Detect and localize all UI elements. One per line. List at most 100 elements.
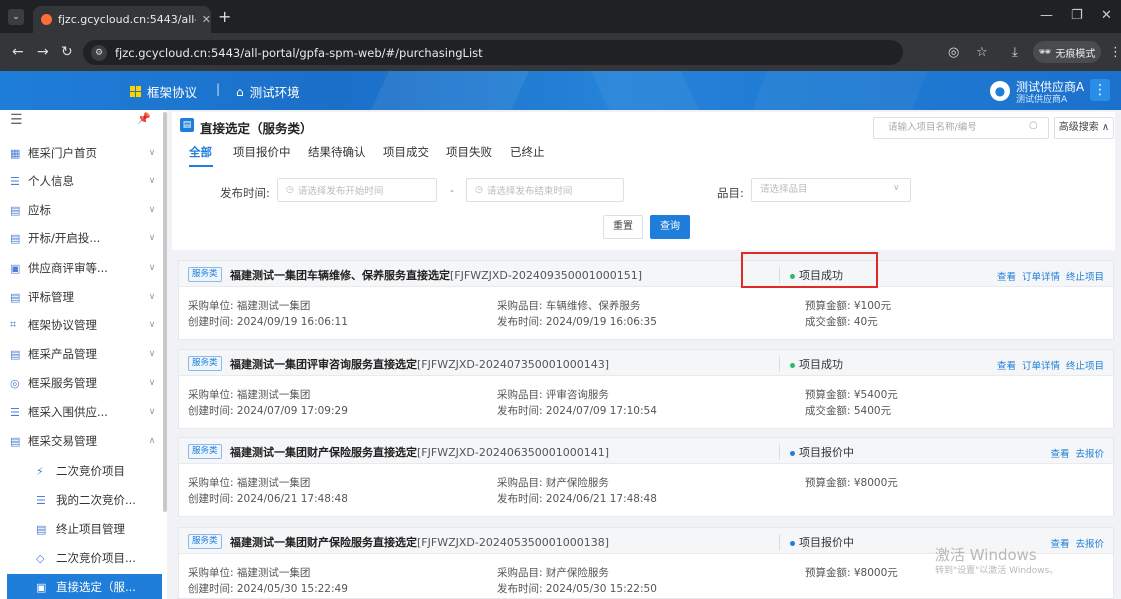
download-icon[interactable]: ⤓ [1012, 45, 1018, 60]
quote-link[interactable]: 去报价 [1075, 536, 1104, 550]
sidebar-item-personal-info[interactable]: ☰ 个人信息 ∨ [0, 168, 162, 194]
chevron-down-icon: ∨ [148, 233, 156, 243]
tab-quoting[interactable]: 项目报价中 [233, 144, 291, 160]
document-icon: ▤ [10, 203, 21, 217]
end-date-input[interactable]: ◷ 请选择发布结束时间 [466, 178, 624, 202]
sidebar-subitem-my-second-bidding[interactable]: ☰ 我的二次竞价... [0, 487, 162, 513]
publish-time-label: 发布时间: [220, 186, 270, 200]
view-link[interactable]: 查看 [997, 269, 1016, 283]
document-icon: ▤ [10, 347, 21, 361]
project-title[interactable]: 福建测试一集团财产保险服务直接选定[FJFWZJXD-2024063500010… [230, 444, 609, 460]
forward-icon[interactable]: → [37, 44, 49, 60]
sidebar-item-products[interactable]: ▤ 框采产品管理 ∨ [0, 341, 162, 367]
tab-search-icon[interactable]: ⌄ [8, 9, 24, 25]
sidebar-subitem-direct-selection[interactable]: ▣ 直接选定（服... [7, 574, 162, 599]
budget-amount: 预算金额: ¥5400元 [805, 389, 898, 401]
buyer-info: 采购单位: 福建测试一集团 [188, 477, 311, 489]
home-icon: ⌂ [236, 84, 244, 99]
start-date-input[interactable]: ◷ 请选择发布开始时间 [277, 178, 437, 202]
sidebar-item-shortlisted-suppliers[interactable]: ☰ 框采入围供应... ∨ [0, 399, 162, 425]
app-grid-icon [130, 86, 141, 97]
project-title[interactable]: 福建测试一集团车辆维修、保养服务直接选定[FJFWZJXD-2024093500… [230, 267, 642, 283]
order-details-link[interactable]: 订单详情 [1022, 358, 1060, 372]
document-icon: ▤ [10, 231, 21, 245]
browser-menu-icon[interactable]: ⋮ [1109, 45, 1121, 60]
chevron-down-icon: ∨ [148, 407, 156, 417]
search-input[interactable]: 请输入项目名称/编号 [873, 117, 1049, 139]
trade-icon: ▤ [10, 434, 21, 448]
reload-icon[interactable]: ↻ [61, 44, 73, 60]
user-avatar-icon[interactable]: ● [990, 81, 1010, 101]
sidebar-item-label: 框采产品管理 [28, 347, 97, 361]
category-select[interactable]: 请选择品目 [751, 178, 911, 202]
status-badge: 项目报价中 [779, 444, 854, 460]
order-details-link[interactable]: 订单详情 [1022, 269, 1060, 283]
collapse-menu-icon[interactable]: ☰ [10, 112, 23, 128]
close-tab-icon[interactable]: ✕ [202, 13, 211, 26]
published-time: 发布时间: 2024/06/21 17:48:48 [497, 493, 657, 505]
browser-tab[interactable]: fjzc.gcycloud.cn:5443/all-por ✕ [33, 6, 211, 33]
end-date-placeholder: 请选择发布结束时间 [486, 186, 573, 197]
sidebar-subitem-terminated-projects[interactable]: ▤ 终止项目管理 [0, 516, 162, 542]
view-link[interactable]: 查看 [1050, 536, 1069, 550]
project-code: [FJFWZJXD-202406350001000141] [417, 446, 610, 459]
sidebar-subitem-second-bidding[interactable]: ⚡ 二次竞价项目 [0, 458, 162, 484]
sidebar-item-portal-home[interactable]: ▦ 框采门户首页 ∨ [0, 140, 162, 166]
site-settings-icon[interactable]: ⚙ [91, 44, 107, 61]
bookmark-star-icon[interactable]: ☆ [976, 45, 988, 60]
tab-terminated[interactable]: 已终止 [510, 144, 545, 160]
sidebar-item-label: 框采交易管理 [28, 434, 97, 448]
incognito-badge[interactable]: 🕶 无痕模式 [1033, 41, 1101, 63]
sidebar-item-services[interactable]: ◎ 框采服务管理 ∨ [0, 370, 162, 396]
restore-icon[interactable]: ❐ [1071, 8, 1083, 23]
environment-text: 测试环境 [249, 85, 300, 100]
project-code: [FJFWZJXD-202407350001000143] [417, 358, 610, 371]
stop-icon: ▤ [36, 522, 47, 536]
pin-icon[interactable]: 📌 [137, 112, 151, 125]
advanced-search-button[interactable]: 高级搜索 ∧ [1054, 117, 1114, 139]
sidebar-item-framework-agreement[interactable]: ⌗ 框架协议管理 ∨ [0, 312, 162, 338]
minimize-icon[interactable]: — [1040, 8, 1053, 23]
chevron-down-icon: ∨ [148, 205, 156, 215]
tab-failed[interactable]: 项目失败 [446, 144, 492, 160]
sidebar-item-label: 供应商评审等... [28, 261, 108, 275]
view-link[interactable]: 查看 [997, 358, 1016, 372]
status-badge: 项目成功 [779, 356, 843, 372]
project-title[interactable]: 福建测试一集团财产保险服务直接选定[FJFWZJXD-2024053500010… [230, 534, 609, 550]
sidebar-item-evaluation[interactable]: ▤ 评标管理 ∨ [0, 284, 162, 310]
back-icon[interactable]: ← [12, 44, 24, 60]
purchase-category: 采购品目: 评审咨询服务 [497, 389, 609, 401]
sidebar-item-bid-opening[interactable]: ▤ 开标/开启投... ∨ [0, 225, 162, 251]
query-button[interactable]: 查询 [650, 215, 690, 239]
terminate-project-link[interactable]: 终止项目 [1066, 358, 1104, 372]
project-name: 福建测试一集团车辆维修、保养服务直接选定 [230, 269, 450, 282]
sidebar-subitem-second-bidding-projects[interactable]: ◇ 二次竞价项目... [0, 545, 162, 571]
created-time: 创建时间: 2024/06/21 17:48:48 [188, 493, 348, 505]
more-menu-icon[interactable]: ⋮ [1090, 79, 1110, 101]
eye-off-icon[interactable]: ◎ [948, 45, 959, 60]
search-icon[interactable]: ○ [1029, 120, 1038, 131]
project-actions: 查看 去报价 [1050, 536, 1104, 550]
project-card-header: 服务类 福建测试一集团财产保险服务直接选定[FJFWZJXD-202406350… [179, 438, 1113, 464]
sidebar-item-label: 应标 [28, 203, 51, 217]
terminate-project-link[interactable]: 终止项目 [1066, 269, 1104, 283]
reset-button[interactable]: 重置 [603, 215, 643, 239]
category-badge: 服务类 [188, 534, 222, 549]
quote-link[interactable]: 去报价 [1075, 446, 1104, 460]
budget-amount: 预算金额: ¥8000元 [805, 477, 898, 489]
close-window-icon[interactable]: ✕ [1101, 8, 1112, 23]
purchase-category: 采购品目: 财产保险服务 [497, 477, 609, 489]
system-title[interactable]: 框架协议 [130, 82, 197, 101]
sidebar-item-supplier-review[interactable]: ▣ 供应商评审等... ∨ [0, 255, 162, 281]
project-title[interactable]: 福建测试一集团评审咨询服务直接选定[FJFWZJXD-2024073500010… [230, 356, 609, 372]
tab-deal[interactable]: 项目成交 [383, 144, 429, 160]
date-range-separator: - [450, 184, 454, 197]
tab-all[interactable]: 全部 [189, 144, 212, 160]
sidebar-item-trade-management[interactable]: ▤ 框采交易管理 ∧ [0, 428, 162, 454]
sidebar-item-bidding[interactable]: ▤ 应标 ∨ [0, 197, 162, 223]
tab-pending-confirmation[interactable]: 结果待确认 [308, 144, 366, 160]
address-bar[interactable]: ⚙ fjzc.gcycloud.cn:5443/all-portal/gpfa-… [83, 40, 903, 65]
new-tab-icon[interactable]: + [218, 7, 231, 26]
view-link[interactable]: 查看 [1050, 446, 1069, 460]
page-title: 直接选定（服务类） [200, 121, 313, 136]
